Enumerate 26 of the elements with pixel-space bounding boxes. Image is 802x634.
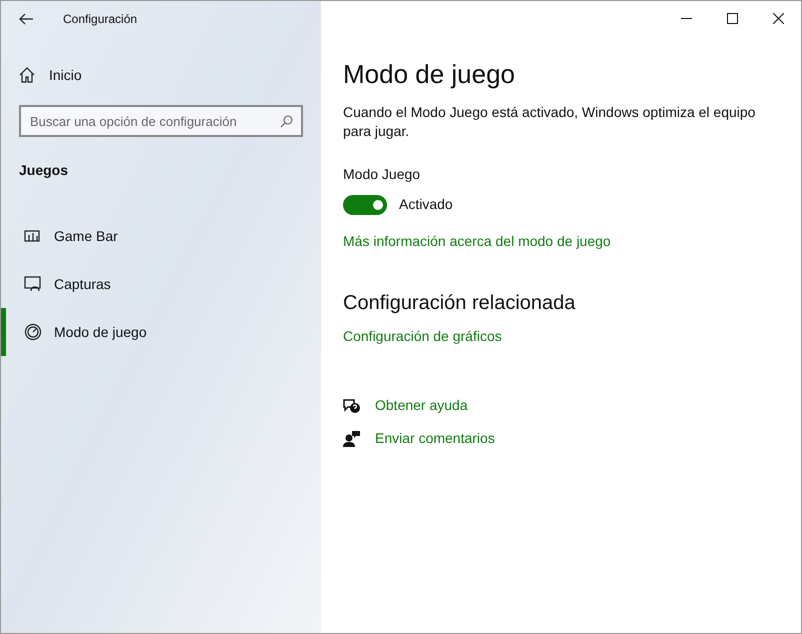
- help-chat-icon: [343, 396, 361, 414]
- person-feedback-icon: [343, 430, 361, 448]
- maximize-icon: [726, 13, 738, 24]
- section-heading: Configuración relacionada: [343, 291, 576, 316]
- gauge-icon: [24, 323, 42, 341]
- minimize-icon: [680, 18, 692, 19]
- help-link[interactable]: Enviar comentarios: [375, 428, 495, 449]
- toggle-switch[interactable]: [343, 194, 387, 214]
- help-link[interactable]: Obtener ayuda: [375, 395, 468, 416]
- close-icon: [772, 13, 784, 24]
- home-icon: [19, 67, 35, 83]
- graphics-settings-link[interactable]: Configuración de gráficos: [343, 326, 502, 347]
- section-heading: Juegos: [19, 161, 70, 180]
- more-info-link[interactable]: Más información acerca del modo de juego: [343, 231, 611, 252]
- home-nav-item[interactable]: Inicio: [1, 53, 321, 97]
- page-title: Modo de juego: [343, 58, 516, 91]
- search-icon: [280, 115, 293, 128]
- toggle-label: Modo Juego: [343, 165, 420, 184]
- description-text: Cuando el Modo Juego está activado, Windows optimiza el equipo para jugar.: [343, 103, 756, 141]
- window-title: Configuración: [63, 10, 138, 28]
- search-field[interactable]: Buscar una opción de configuración: [19, 105, 303, 137]
- toggle-state-text: Activado: [399, 195, 453, 214]
- nav-item[interactable]: Game Bar: [1, 212, 321, 260]
- screen-controller-icon: [24, 275, 42, 293]
- back-arrow-icon[interactable]: [19, 12, 33, 24]
- nav-item[interactable]: Capturas: [1, 260, 321, 308]
